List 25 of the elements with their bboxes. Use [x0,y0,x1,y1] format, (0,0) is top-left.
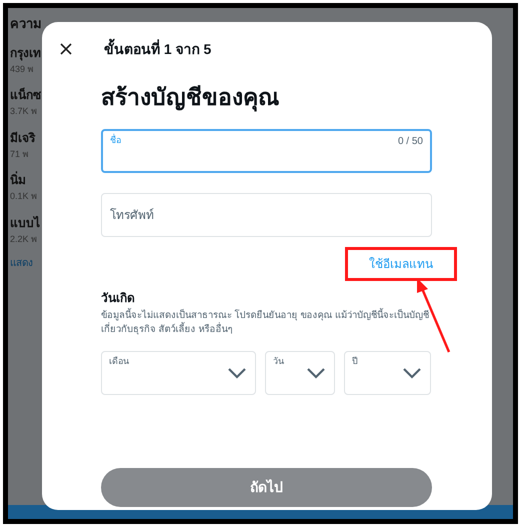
field-label: ชื่อ [110,134,121,146]
character-counter: 0 / 50 [398,134,423,148]
chevron-down-icon [226,366,248,380]
use-email-link[interactable]: ใช้อีเมลแทน [369,254,433,272]
trend-count: 439 พ [10,62,35,76]
trend-count: 2.2K พ [10,232,38,246]
date-select[interactable]: วัน [265,350,335,394]
dialog-title: สร้างบัญชีของคุณ [101,83,280,114]
date-select[interactable]: ปี [344,350,431,394]
step-indicator: ขั้นตอนที่ 1 จาก 5 [104,38,212,58]
section-heading: ความ [10,15,43,33]
select-label: วัน [273,354,284,368]
trend-count: 71 พ [10,148,30,160]
select-label: ปี [352,354,358,368]
chevron-down-icon [401,366,423,380]
trend-count: 0.1K พ [10,190,38,203]
birthday-note: ข้อมูลนี้จะไม่แสดงเป็นสาธารณะ โปรดยืนยันอายุ ของคุณ แม้ว่าบัญชีนี้จะเป็นบัญชีเกี่ยวกับธุรกิจ สัตว์เลี้ยง หรืออื่นๆ [101,308,430,336]
date-select[interactable]: เดือน [101,350,256,394]
name-field[interactable]: ชื่อ 0 / 50 [101,128,432,172]
close-icon [60,43,72,55]
phone-input[interactable]: โทรศัพท์ [102,194,431,236]
birthday-label: วันเกิด [101,290,136,306]
chevron-down-icon [305,366,327,380]
select-label: เดือน [109,354,129,368]
trend-count: 3.7K พ [10,105,38,118]
